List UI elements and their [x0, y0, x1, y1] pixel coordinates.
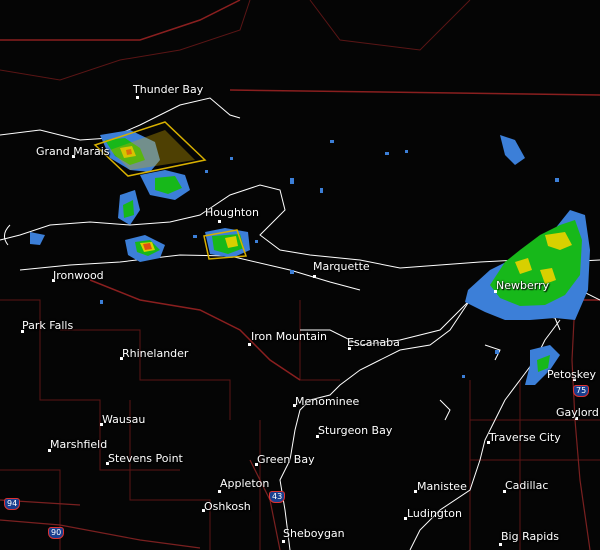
city-iron-mountain: Iron Mountain	[251, 330, 327, 343]
city-ludington: Ludington	[407, 507, 462, 520]
city-green-bay: Green Bay	[257, 453, 315, 466]
city-park-falls: Park Falls	[22, 319, 74, 332]
radar-light	[30, 130, 590, 385]
city-dot	[248, 343, 251, 346]
city-escanaba: Escanaba	[347, 336, 400, 349]
city-dot	[218, 490, 221, 493]
city-marshfield: Marshfield	[50, 438, 108, 451]
city-manistee: Manistee	[417, 480, 467, 493]
city-grand-marais: Grand Marais	[36, 145, 110, 158]
city-ironwood: Ironwood	[53, 269, 104, 282]
city-traverse-city: Traverse City	[489, 431, 561, 444]
interstate-94-shield: 94	[4, 498, 21, 510]
city-stevens-point: Stevens Point	[108, 452, 183, 465]
interstate-90-shield: 90	[48, 527, 65, 539]
city-big-rapids: Big Rapids	[501, 530, 559, 543]
city-gaylord: Gaylord	[556, 406, 599, 419]
city-dot	[313, 275, 316, 278]
city-rhinelander: Rhinelander	[122, 347, 189, 360]
interstate-43-shield: 43	[269, 491, 286, 503]
city-thunder-bay: Thunder Bay	[133, 83, 204, 96]
city-dot	[499, 543, 502, 546]
interstate-75-shield: 75	[573, 385, 590, 397]
city-petoskey: Petoskey	[547, 368, 597, 381]
city-newberry: Newberry	[496, 279, 550, 292]
city-appleton: Appleton	[220, 477, 270, 490]
city-oshkosh: Oshkosh	[204, 500, 251, 513]
radar-map: Thunder Bay Grand Marais Houghton Ironwo…	[0, 0, 600, 550]
city-wausau: Wausau	[102, 413, 146, 426]
city-sturgeon-bay: Sturgeon Bay	[318, 424, 393, 437]
city-houghton: Houghton	[205, 206, 259, 219]
city-cadillac: Cadillac	[505, 479, 549, 492]
city-dot	[136, 96, 139, 99]
city-menominee: Menominee	[295, 395, 360, 408]
city-marquette: Marquette	[313, 260, 370, 273]
city-sheboygan: Sheboygan	[283, 527, 345, 540]
city-dot	[282, 540, 285, 543]
city-dot	[218, 220, 221, 223]
